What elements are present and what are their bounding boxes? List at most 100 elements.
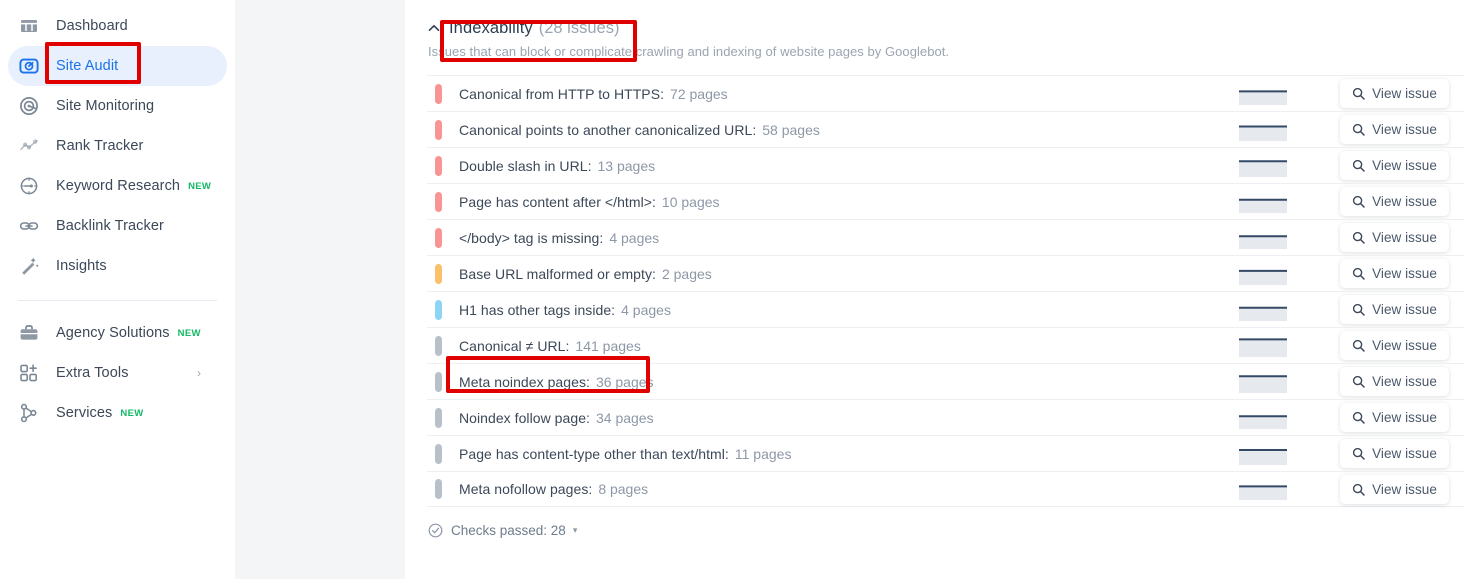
issue-page-count: 4 pages <box>609 229 660 246</box>
severity-indicator <box>435 479 442 499</box>
issue-sparkline <box>1239 478 1287 500</box>
search-icon <box>1352 483 1365 496</box>
issue-row[interactable]: Base URL malformed or empty: 2 pages View … <box>427 255 1464 291</box>
view-issue-button[interactable]: View issue <box>1340 439 1449 468</box>
main-content: Indexability (28 issues) Issues that can… <box>405 0 1464 579</box>
view-issue-button[interactable]: View issue <box>1340 295 1449 324</box>
sidebar-secondary-nav: Agency Solutions NEW Extra Tools › Services N… <box>0 313 235 433</box>
issue-page-count: 36 pages <box>595 373 654 390</box>
sidebar-item-label: Services <box>56 405 113 421</box>
sidebar-item-keyword-research[interactable]: Keyword Research NEW <box>8 166 227 206</box>
view-issue-button[interactable]: View issue <box>1340 475 1449 504</box>
issue-row[interactable]: H1 has other tags inside: 4 pages View iss… <box>427 291 1464 327</box>
sidebar: Dashboard Site Audit Site Monitoring Rank T… <box>0 0 235 579</box>
severity-indicator <box>435 443 442 464</box>
view-issue-button[interactable]: View issue <box>1340 79 1449 108</box>
sidebar-item-agency-solutions[interactable]: Agency Solutions NEW <box>8 313 227 353</box>
severity-indicator <box>435 155 442 176</box>
new-badge: NEW <box>188 180 212 192</box>
chevron-right-icon[interactable]: › <box>197 367 201 379</box>
sidebar-item-extra-tools[interactable]: Extra Tools › <box>8 353 227 393</box>
sidebar-item-site-audit[interactable]: Site Audit <box>8 46 227 86</box>
issue-page-count: 10 pages <box>661 193 720 210</box>
sidebar-item-dashboard[interactable]: Dashboard <box>8 6 227 46</box>
severity-indicator <box>435 227 442 248</box>
issue-row[interactable]: Meta nofollow pages: 8 pages View issue <box>427 471 1464 507</box>
view-issue-button[interactable]: View issue <box>1340 331 1449 360</box>
view-issue-button[interactable]: View issue <box>1340 403 1449 432</box>
search-icon <box>1352 87 1365 100</box>
issue-list: Canonical from HTTP to HTTPS: 72 pages Vie… <box>427 75 1464 507</box>
insights-wand-icon <box>18 255 40 277</box>
issue-page-count: 58 pages <box>762 121 820 138</box>
issue-row[interactable]: Double slash in URL: 13 pages View issue <box>427 147 1464 183</box>
sidebar-item-label: Site Monitoring <box>56 98 155 114</box>
issue-page-count: 4 pages <box>621 301 671 318</box>
issue-row[interactable]: Page has content after </html>: 10 pages V… <box>427 183 1464 219</box>
view-issue-button[interactable]: View issue <box>1340 223 1449 252</box>
issue-count: (28 issues) <box>538 18 620 37</box>
sidebar-item-backlink-tracker[interactable]: Backlink Tracker <box>8 206 227 246</box>
issue-sparkline <box>1239 227 1287 249</box>
sidebar-divider <box>18 300 217 301</box>
issue-row[interactable]: Canonical points to another canonicalize… <box>427 111 1464 147</box>
issue-name: Noindex follow page: <box>459 409 590 426</box>
issue-row[interactable]: Page has content-type other than text/ht… <box>427 435 1464 471</box>
search-icon <box>1352 231 1365 244</box>
issue-row[interactable]: Meta noindex pages: 36 pages View issue <box>427 363 1464 399</box>
extra-tools-grid-icon <box>18 362 40 384</box>
issue-row[interactable]: Noindex follow page: 34 pages View issue <box>427 399 1464 435</box>
sidebar-item-label: Dashboard <box>56 18 128 34</box>
severity-indicator <box>435 119 442 140</box>
view-issue-button[interactable]: View issue <box>1340 115 1449 144</box>
search-icon <box>1352 123 1365 136</box>
new-badge: NEW <box>120 407 144 419</box>
issue-page-count: 141 pages <box>575 337 641 354</box>
page-title: Indexability <box>449 18 533 37</box>
view-issue-button[interactable]: View issue <box>1340 259 1449 288</box>
issue-name: Base URL malformed or empty: <box>459 265 656 282</box>
view-issue-button[interactable]: View issue <box>1340 151 1449 180</box>
issue-name: Canonical points to another canonicalize… <box>459 121 757 138</box>
issue-row[interactable]: </body> tag is missing: 4 pages View issue <box>427 219 1464 255</box>
issue-name: Double slash in URL: <box>459 157 592 174</box>
briefcase-icon <box>18 322 40 344</box>
search-icon <box>1352 303 1365 316</box>
sidebar-item-rank-tracker[interactable]: Rank Tracker <box>8 126 227 166</box>
issue-row[interactable]: Canonical from HTTP to HTTPS: 72 pages Vie… <box>427 75 1464 111</box>
issue-sparkline <box>1239 299 1287 321</box>
severity-indicator <box>435 299 442 320</box>
view-issue-button[interactable]: View issue <box>1340 187 1449 216</box>
chevron-down-icon[interactable]: ▾ <box>573 526 578 535</box>
site-monitoring-radar-icon <box>18 95 40 117</box>
issue-sparkline <box>1239 335 1287 357</box>
section-subtitle: Issues that can block or complicate craw… <box>428 44 950 59</box>
sidebar-item-label: Site Audit <box>56 58 119 74</box>
issue-page-count: 2 pages <box>661 265 712 282</box>
view-issue-button[interactable]: View issue <box>1340 367 1449 396</box>
indexability-section-header[interactable]: Indexability (28 issues) <box>427 0 1464 37</box>
sidebar-item-label: Insights <box>56 258 107 274</box>
view-issue-label: View issue <box>1372 338 1437 353</box>
search-icon <box>1352 195 1365 208</box>
sidebar-primary-nav: Dashboard Site Audit Site Monitoring Rank T… <box>0 6 235 286</box>
issue-name: Page has content after </html>: <box>459 193 656 210</box>
checks-passed-label: Checks passed: 28 <box>451 523 566 538</box>
chevron-up-icon[interactable] <box>427 21 441 35</box>
sidebar-item-label: Backlink Tracker <box>56 218 164 234</box>
severity-indicator <box>435 407 442 428</box>
sidebar-item-label: Keyword Research <box>56 178 181 194</box>
view-issue-label: View issue <box>1372 158 1437 173</box>
search-icon <box>1352 411 1365 424</box>
sidebar-item-services[interactable]: Services NEW <box>8 393 227 433</box>
site-audit-screen: Dashboard Site Audit Site Monitoring Rank T… <box>0 0 1464 579</box>
sidebar-item-site-monitoring[interactable]: Site Monitoring <box>8 86 227 126</box>
dashboard-icon <box>18 15 40 37</box>
sidebar-item-insights[interactable]: Insights <box>8 246 227 286</box>
new-badge: NEW <box>177 327 201 339</box>
severity-indicator <box>435 191 442 212</box>
issue-row[interactable]: Canonical ≠ URL: 141 pages View issue <box>427 327 1464 363</box>
sidebar-item-label: Agency Solutions <box>56 325 170 341</box>
site-audit-gauge-icon <box>18 55 40 77</box>
checks-passed-row[interactable]: Checks passed: 28 ▾ <box>428 523 1464 538</box>
